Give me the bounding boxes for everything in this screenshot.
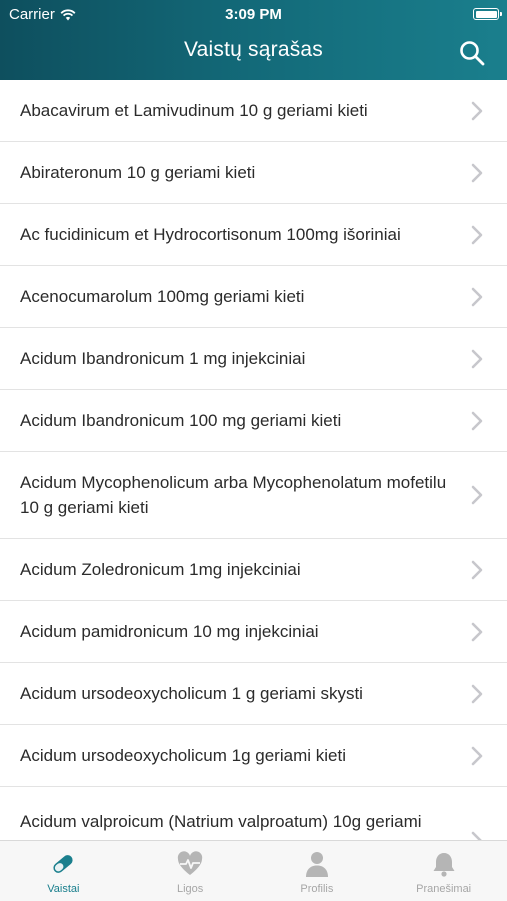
list-item[interactable]: Acidum valproicum (Natrium valproatum) 1…	[0, 787, 507, 840]
tab-ligos[interactable]: Ligos	[127, 841, 254, 901]
person-icon	[305, 852, 328, 877]
list-item[interactable]: Acidum Ibandronicum 100 mg geriami kieti	[0, 390, 507, 452]
list-item[interactable]: Abirateronum 10 g geriami kieti	[0, 142, 507, 204]
list-item-label: Ac fucidinicum et Hydrocortisonum 100mg …	[20, 225, 401, 244]
tab-profilis[interactable]: Profilis	[254, 841, 381, 901]
tab-label: Vaistai	[47, 883, 80, 895]
chevron-right-icon	[471, 746, 483, 765]
list-item-label: Acidum Ibandronicum 1 mg injekciniai	[20, 349, 306, 368]
bell-icon	[433, 853, 455, 877]
list-item[interactable]: Acidum Zoledronicum 1mg injekciniai	[0, 539, 507, 601]
chevron-right-icon	[471, 225, 483, 244]
list-item[interactable]: Acidum pamidronicum 10 mg injekciniai	[0, 601, 507, 663]
chevron-right-icon	[471, 287, 483, 306]
list-item-label: Acidum Zoledronicum 1mg injekciniai	[20, 560, 301, 579]
tab-bar: Vaistai Ligos Profilis Pranešimai	[0, 840, 507, 901]
list-item[interactable]: Acenocumarolum 100mg geriami kieti	[0, 266, 507, 328]
chevron-right-icon	[471, 622, 483, 641]
list-item[interactable]: Abacavirum et Lamivudinum 10 g geriami k…	[0, 80, 507, 142]
search-icon[interactable]	[458, 39, 486, 67]
chevron-right-icon	[471, 831, 482, 840]
tab-label: Pranešimai	[416, 883, 472, 895]
list-item-label: Acidum ursodeoxycholicum 1 g geriami sky…	[20, 684, 363, 703]
list-item[interactable]: Ac fucidinicum et Hydrocortisonum 100mg …	[0, 204, 507, 266]
chevron-right-icon	[471, 349, 483, 368]
list-item[interactable]: Acidum ursodeoxycholicum 1 g geriami sky…	[0, 663, 507, 725]
medicine-list: Abacavirum et Lamivudinum 10 g geriami k…	[0, 80, 507, 840]
list-item-label: Acidum Mycophenolicum arba Mycophenolatu…	[20, 473, 447, 517]
list-item-label: Acidum Ibandronicum 100 mg geriami kieti	[20, 411, 342, 430]
tab-vaistai[interactable]: Vaistai	[0, 841, 127, 901]
chevron-right-icon	[471, 560, 483, 579]
chevron-right-icon	[471, 101, 483, 120]
list-item-label: Acidum valproicum (Natrium valproatum) 1…	[20, 812, 422, 840]
list-item-label: Acenocumarolum 100mg geriami kieti	[20, 287, 305, 306]
page-title: Vaistų sąrašas	[184, 38, 323, 61]
list-item[interactable]: Acidum ursodeoxycholicum 1g geriami kiet…	[0, 725, 507, 787]
heart-pulse-icon	[177, 851, 203, 875]
pill-icon	[53, 855, 73, 873]
chevron-right-icon	[471, 411, 483, 430]
status-time: 3:09 PM	[225, 6, 282, 23]
list-item-label: Acidum ursodeoxycholicum 1g geriami kiet…	[20, 746, 346, 765]
tab-label: Profilis	[300, 883, 334, 895]
tab-label: Ligos	[176, 883, 204, 895]
battery-icon	[473, 8, 502, 20]
list-item-label: Acidum pamidronicum 10 mg injekciniai	[20, 622, 319, 641]
chevron-right-icon	[471, 163, 483, 182]
chevron-right-icon	[471, 485, 483, 505]
navigation-bar: Carrier 3:09 PM Vaistų sąrašas	[0, 0, 507, 80]
list-item-label: Abirateronum 10 g geriami kieti	[20, 163, 256, 182]
status-bar: Carrier 3:09 PM	[0, 0, 507, 28]
tab-pranesimai[interactable]: Pranešimai	[380, 841, 507, 901]
chevron-right-icon	[471, 684, 483, 703]
list-item[interactable]: Acidum Mycophenolicum arba Mycophenolatu…	[0, 452, 507, 539]
list-item[interactable]: Acidum Ibandronicum 1 mg injekciniai	[0, 328, 507, 390]
list-item-label: Abacavirum et Lamivudinum 10 g geriami k…	[20, 101, 368, 120]
